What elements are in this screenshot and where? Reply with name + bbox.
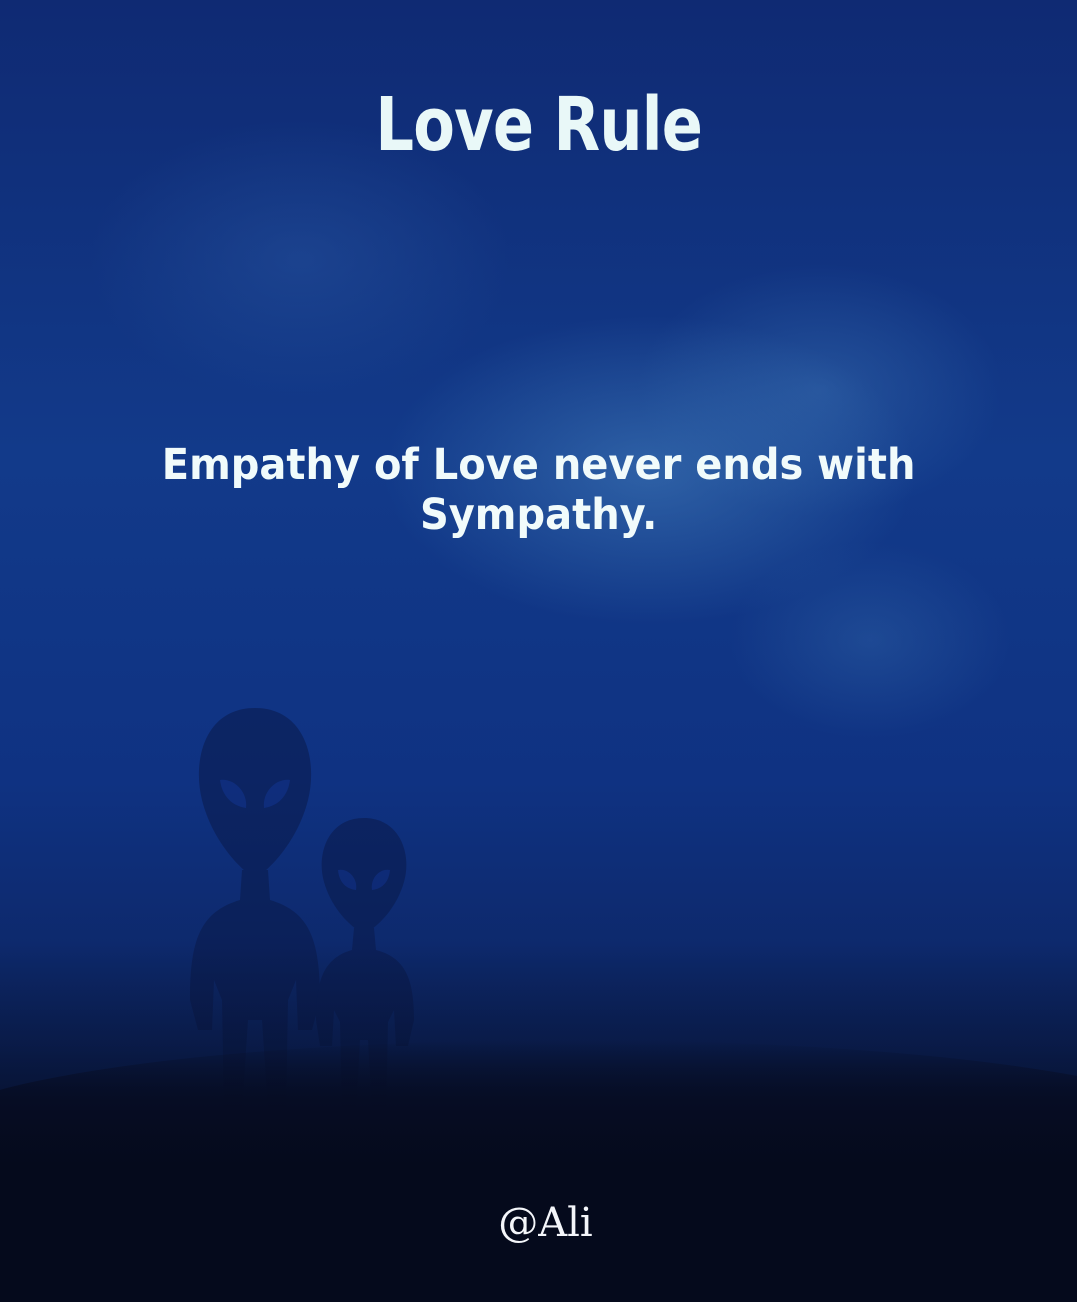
dark-horizon <box>0 1040 1077 1302</box>
author-signature: @Ali <box>498 1200 593 1246</box>
poster-canvas: Love Rule Empathy of Love never ends wit… <box>0 0 1077 1302</box>
quote-text: Empathy of Love never ends with Sympathy… <box>161 440 916 540</box>
poster-title: Love Rule <box>375 82 703 168</box>
